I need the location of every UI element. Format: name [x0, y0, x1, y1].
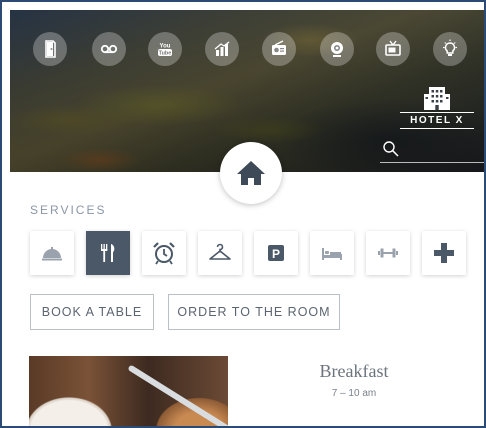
hanger-icon	[209, 243, 231, 260]
search-icon	[383, 141, 399, 157]
service-medical[interactable]	[422, 231, 466, 275]
webcam-icon[interactable]	[320, 32, 354, 66]
radio-icon[interactable]	[262, 32, 296, 66]
service-gym[interactable]	[366, 231, 410, 275]
service-laundry[interactable]	[198, 231, 242, 275]
top-icon-bar: You Tube	[10, 32, 484, 68]
door-icon[interactable]	[33, 32, 67, 66]
restaurant-icon	[101, 244, 115, 262]
services-heading: SERVICES	[30, 203, 107, 217]
service-housekeeping[interactable]	[310, 231, 354, 275]
app-frame: You Tube HOTEL X SERVICES P BOOK A TABLE…	[0, 0, 486, 428]
svg-text:P: P	[272, 247, 280, 261]
home-button[interactable]	[220, 142, 282, 204]
svg-text:Tube: Tube	[159, 51, 172, 57]
hotel-name: HOTEL X	[410, 115, 464, 126]
breakfast-photo	[29, 356, 228, 426]
lightbulb-icon[interactable]	[433, 32, 467, 66]
brand-divider-bottom	[400, 128, 474, 129]
service-parking[interactable]: P	[254, 231, 298, 275]
home-icon	[237, 161, 265, 185]
bar-chart-icon[interactable]	[205, 32, 239, 66]
service-restaurant[interactable]	[86, 231, 130, 275]
book-table-button[interactable]: BOOK A TABLE	[30, 294, 154, 330]
search-bar[interactable]	[380, 138, 484, 163]
youtube-icon[interactable]: You Tube	[148, 32, 182, 66]
meal-title: Breakfast	[319, 361, 389, 381]
meal-time: 7 – 10 am	[331, 388, 377, 399]
service-wake-up[interactable]	[142, 231, 186, 275]
search-input[interactable]	[404, 140, 484, 160]
order-room-button[interactable]: ORDER TO THE ROOM	[168, 294, 340, 330]
tv-icon[interactable]	[376, 32, 410, 66]
bed-icon	[322, 248, 342, 260]
medical-icon	[434, 243, 454, 263]
brand-divider-top	[400, 112, 474, 113]
service-room-service[interactable]	[30, 231, 74, 275]
hotel-brand[interactable]: HOTEL X	[400, 84, 474, 131]
alarm-clock-icon	[153, 242, 175, 265]
room-service-icon	[42, 247, 62, 261]
svg-text:You: You	[160, 44, 171, 50]
parking-icon: P	[268, 245, 284, 261]
voicemail-icon[interactable]	[92, 32, 126, 66]
gym-icon	[378, 248, 398, 258]
hotel-building-icon	[424, 87, 450, 110]
